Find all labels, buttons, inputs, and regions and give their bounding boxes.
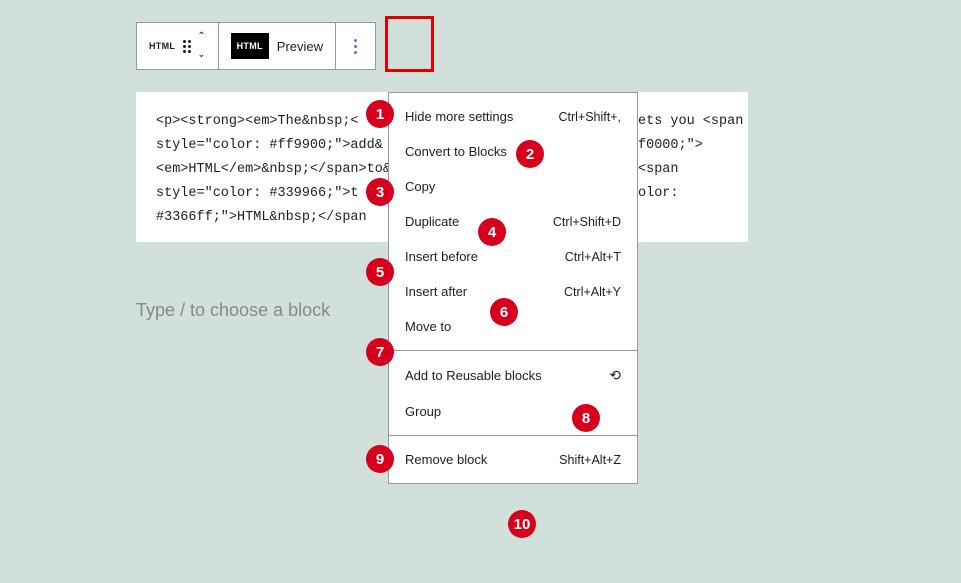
- block-type-label: HTML: [149, 41, 175, 51]
- annotation-1: 1: [366, 100, 394, 128]
- menu-hide-more-settings[interactable]: Hide more settings Ctrl+Shift+,: [389, 99, 637, 134]
- annotation-5: 5: [366, 258, 394, 286]
- reusable-icon: ⟲: [609, 367, 621, 384]
- menu-copy[interactable]: Copy: [389, 169, 637, 204]
- highlight-box: [385, 16, 434, 72]
- menu-group[interactable]: Group: [389, 394, 637, 429]
- move-up-down[interactable]: ⌃ ⌄: [197, 32, 205, 60]
- annotation-4: 4: [478, 218, 506, 246]
- block-options-dropdown: Hide more settings Ctrl+Shift+, Convert …: [388, 92, 638, 484]
- drag-handle-icon[interactable]: [183, 40, 191, 53]
- html-block-content-right[interactable]: ets you <span f0000;"> <span olor:: [638, 92, 748, 242]
- html-block-content-left[interactable]: <p><strong><em>The&nbsp;< style="color: …: [136, 92, 388, 242]
- menu-duplicate[interactable]: Duplicate Ctrl+Shift+D: [389, 204, 637, 239]
- annotation-8: 8: [572, 404, 600, 432]
- block-type-button[interactable]: HTML ⌃ ⌄: [137, 23, 219, 69]
- annotation-2: 2: [516, 140, 544, 168]
- preview-button[interactable]: Preview: [277, 39, 323, 54]
- html-preview-toggle: HTML Preview: [219, 23, 336, 69]
- annotation-7: 7: [366, 338, 394, 366]
- menu-insert-before[interactable]: Insert before Ctrl+Alt+T: [389, 239, 637, 274]
- menu-add-reusable[interactable]: Add to Reusable blocks ⟲: [389, 357, 637, 394]
- block-toolbar: HTML ⌃ ⌄ HTML Preview: [136, 22, 376, 70]
- menu-remove-block[interactable]: Remove block Shift+Alt+Z: [389, 442, 637, 477]
- annotation-9: 9: [366, 445, 394, 473]
- more-options-button[interactable]: [336, 23, 375, 69]
- block-placeholder[interactable]: Type / to choose a block: [136, 300, 330, 321]
- annotation-6: 6: [490, 298, 518, 326]
- annotation-3: 3: [366, 178, 394, 206]
- html-mode-button[interactable]: HTML: [231, 33, 269, 59]
- annotation-10: 10: [508, 510, 536, 538]
- chevron-down-icon[interactable]: ⌄: [197, 50, 205, 60]
- chevron-up-icon[interactable]: ⌃: [197, 32, 205, 42]
- menu-convert-to-blocks[interactable]: Convert to Blocks: [389, 134, 637, 169]
